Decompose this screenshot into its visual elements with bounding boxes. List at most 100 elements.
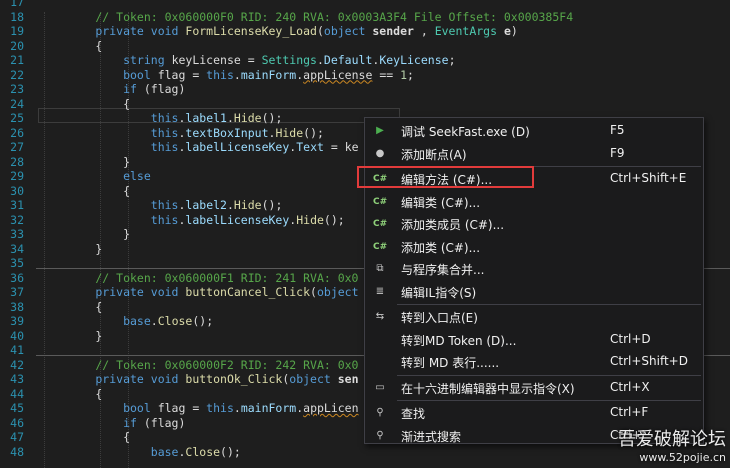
code-text: this.labelLicenseKey.Text = ke — [40, 140, 359, 154]
line-number: 17 — [10, 0, 24, 9]
highlight-box — [357, 166, 534, 188]
code-text: base.Close(); — [40, 314, 214, 328]
menu-item-label: 编辑类 (C#)... — [401, 195, 481, 210]
line-number: 43 — [10, 372, 24, 386]
code-line[interactable]: 18 // Token: 0x060000F0 RID: 240 RVA: 0x… — [0, 10, 730, 25]
menu-item-label: 在十六进制编辑器中显示指令(X) — [401, 381, 575, 396]
search-icon: ⚲ — [376, 407, 384, 418]
code-line[interactable]: 21 string keyLicense = Settings.Default.… — [0, 53, 730, 68]
menu-item-label: 渐进式搜索 — [401, 429, 462, 444]
line-number: 41 — [10, 343, 24, 357]
line-number: 42 — [10, 357, 24, 372]
line-number: 34 — [10, 241, 24, 256]
line-number: 40 — [10, 328, 24, 343]
csharp-icon: C# — [373, 196, 388, 207]
code-text: bool flag = this.mainForm.appLicen — [40, 401, 359, 415]
menu-item[interactable]: ⚲ 查找 Ctrl+F — [365, 402, 703, 424]
breakpoint-icon: ● — [375, 147, 385, 159]
code-text: } — [40, 227, 131, 241]
merge-assembly-icon: ⧉ — [376, 263, 384, 274]
line-number: 36 — [10, 270, 24, 285]
line-number: 29 — [10, 169, 24, 183]
menu-item[interactable]: C# 编辑类 (C#)... — [365, 191, 703, 213]
menu-item[interactable]: ● 添加断点(A) F9 — [365, 143, 703, 165]
menu-item-shortcut: Ctrl+Shift+D — [610, 354, 688, 368]
menu-item-shortcut: F5 — [610, 123, 625, 137]
menu-item-label: 与程序集合并... — [401, 263, 485, 277]
line-number: 20 — [10, 38, 24, 53]
line-number: 30 — [10, 183, 24, 198]
menu-item-label: 添加类 (C#)... — [401, 240, 481, 255]
code-text: base.Close(); — [40, 444, 241, 459]
code-text: // Token: 0x060000F2 RID: 242 RVA: 0x0 — [40, 357, 359, 372]
code-text: } — [40, 154, 131, 169]
menu-item-shortcut: Ctrl+Shift+E — [610, 171, 687, 185]
menu-item-label: 查找 — [401, 407, 426, 421]
menu-item-label: 编辑IL指令(S) — [401, 285, 477, 300]
line-number: 48 — [10, 444, 24, 459]
menu-item-shortcut: Ctrl+D — [610, 331, 651, 346]
watermark-title: 吾爱破解论坛 — [618, 429, 726, 450]
menu-separator — [397, 304, 701, 305]
code-text: bool flag = this.mainForm.appLicense == … — [40, 67, 414, 82]
line-number: 39 — [10, 314, 24, 328]
line-number: 23 — [10, 82, 24, 96]
code-text: { — [40, 38, 103, 53]
code-line[interactable]: 17 — [0, 0, 730, 10]
menu-item[interactable]: 转到 MD 表行...... Ctrl+Shift+D — [365, 351, 703, 373]
menu-item[interactable]: ▶ 调试 SeekFast.exe (D) F5 — [365, 120, 703, 142]
code-text: private void FormLicenseKey_Load(object … — [40, 24, 518, 38]
line-number: 27 — [10, 140, 24, 154]
code-text: this.textBoxInput.Hide(); — [40, 125, 324, 140]
csharp-icon: C# — [373, 241, 388, 252]
code-text: // Token: 0x060000F0 RID: 240 RVA: 0x000… — [40, 9, 574, 24]
menu-item-shortcut: Ctrl+X — [610, 379, 650, 394]
line-number: 46 — [10, 415, 24, 430]
code-line[interactable]: 19 private void FormLicenseKey_Load(obje… — [0, 24, 730, 39]
line-number: 32 — [10, 212, 24, 227]
code-text: if (flag) — [40, 82, 186, 96]
menu-item[interactable]: C# 添加类成员 (C#)... — [365, 213, 703, 235]
menu-icon-empty — [373, 333, 387, 347]
menu-item[interactable]: ⧉ 与程序集合并... — [365, 258, 703, 280]
menu-item-label: 添加类成员 (C#)... — [401, 218, 505, 232]
menu-item[interactable]: ≣ 编辑IL指令(S) — [365, 281, 703, 303]
line-number: 26 — [10, 125, 24, 140]
code-line[interactable]: 23 if (flag) — [0, 82, 730, 97]
line-number: 47 — [10, 430, 24, 444]
watermark-url: www.52pojie.cn — [639, 451, 726, 464]
code-text: string keyLicense = Settings.Default.Key… — [40, 53, 456, 67]
line-number: 45 — [10, 401, 24, 415]
line-number: 21 — [10, 53, 24, 67]
entry-point-icon: ⇆ — [375, 311, 385, 322]
code-text: { — [40, 386, 103, 401]
line-number: 18 — [10, 9, 24, 24]
menu-item-label: 转到MD Token (D)... — [401, 333, 517, 348]
code-text: { — [40, 299, 103, 314]
code-line[interactable]: 22 bool flag = this.mainForm.appLicense … — [0, 68, 730, 83]
line-number: 19 — [10, 24, 24, 38]
code-line[interactable]: 24 { — [0, 97, 730, 112]
code-text: this.label1.Hide(); — [40, 111, 283, 125]
watermark: 吾爱破解论坛 www.52pojie.cn — [618, 425, 726, 464]
menu-item[interactable]: ▭ 在十六进制编辑器中显示指令(X) Ctrl+X — [365, 377, 703, 399]
menu-item[interactable]: 转到MD Token (D)... Ctrl+D — [365, 329, 703, 351]
menu-icon-empty — [373, 355, 387, 369]
menu-item-label: 调试 SeekFast.exe (D) — [401, 125, 530, 139]
code-text: { — [40, 96, 131, 111]
menu-item[interactable]: ⇆ 转到入口点(E) — [365, 306, 703, 328]
hex-editor-icon: ▭ — [375, 381, 385, 393]
menu-item-label: 转到入口点(E) — [401, 311, 478, 325]
line-number: 38 — [10, 299, 24, 314]
menu-item-label: 转到 MD 表行...... — [401, 356, 500, 370]
menu-item-label: 添加断点(A) — [401, 147, 467, 162]
line-number: 35 — [10, 256, 24, 270]
code-text: if (flag) — [40, 415, 186, 430]
play-icon: ▶ — [376, 125, 384, 136]
code-text: private void buttonOk_Click(object sen — [40, 372, 359, 386]
il-instructions-icon: ≣ — [375, 285, 385, 297]
code-text: this.labelLicenseKey.Hide(); — [40, 212, 345, 227]
menu-item[interactable]: C# 添加类 (C#)... — [365, 236, 703, 258]
code-text: private void buttonCancel_Click(object — [40, 285, 359, 299]
code-line[interactable]: 20 { — [0, 39, 730, 54]
